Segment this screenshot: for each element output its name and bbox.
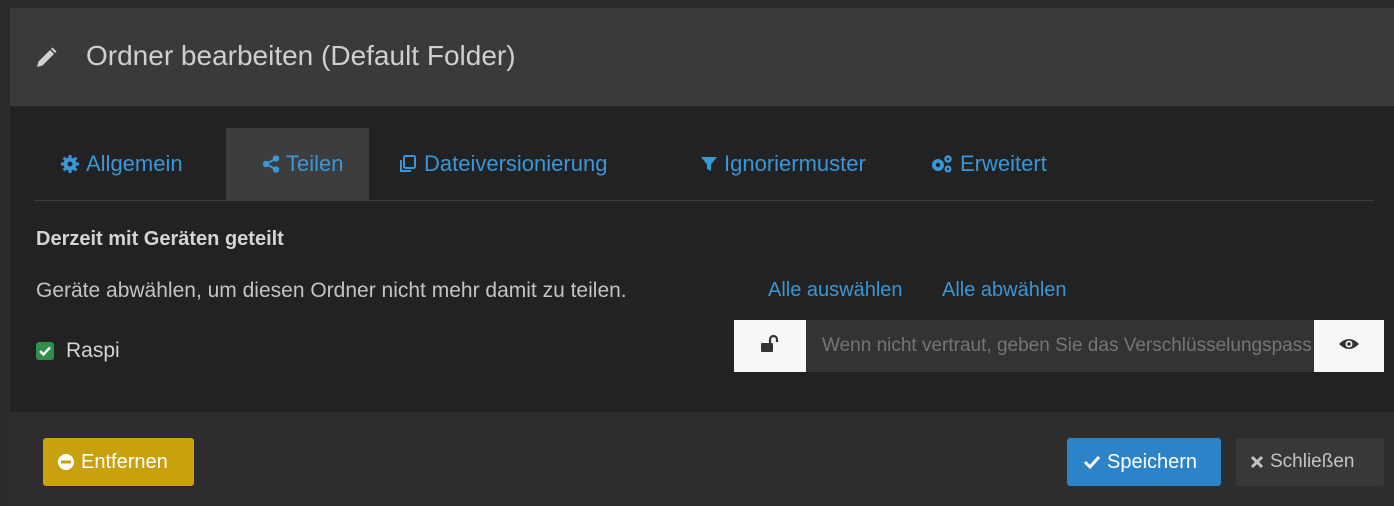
encryption-password-input[interactable]: [806, 320, 1314, 372]
deselect-all-link[interactable]: Alle abwählen: [942, 279, 1067, 302]
tab-label: Erweitert: [960, 151, 1047, 176]
check-icon: [1083, 454, 1101, 470]
gear-icon: [60, 154, 80, 174]
eye-icon: [1338, 336, 1360, 357]
edit-folder-dialog: Ordner bearbeiten (Default Folder) Allge…: [10, 8, 1394, 506]
device-checkbox[interactable]: [36, 342, 54, 360]
tab-label: Teilen: [286, 151, 344, 176]
remove-label: Entfernen: [81, 450, 168, 473]
dialog-body: Allgemein Teilen Dateiversionierung Igno…: [10, 106, 1394, 412]
encryption-toggle-button[interactable]: [734, 320, 806, 372]
section-title: Derzeit mit Geräten geteilt: [36, 228, 284, 250]
tab-dateiversionierung[interactable]: Dateiversionierung: [398, 128, 607, 200]
show-password-button[interactable]: [1314, 320, 1384, 372]
filter-icon: [700, 155, 718, 173]
close-button[interactable]: Schließen: [1236, 438, 1384, 486]
pencil-icon: [34, 46, 58, 70]
tab-label: Allgemein: [86, 151, 183, 176]
copy-icon: [398, 154, 418, 174]
dialog-title: Ordner bearbeiten (Default Folder): [86, 40, 516, 71]
tab-teilen[interactable]: Teilen: [226, 128, 369, 200]
device-name: Raspi: [66, 339, 120, 362]
tab-bar: Allgemein Teilen Dateiversionierung Igno…: [34, 128, 1374, 201]
remove-button[interactable]: Entfernen: [43, 438, 194, 486]
tab-erweitert[interactable]: Erweitert: [930, 128, 1047, 200]
tab-label: Dateiversionierung: [424, 151, 608, 176]
close-icon: [1250, 455, 1264, 469]
minus-circle-icon: [57, 453, 75, 471]
close-label: Schließen: [1270, 451, 1355, 472]
save-label: Speichern: [1107, 450, 1198, 473]
tab-label: Ignoriermuster: [724, 151, 866, 176]
save-button[interactable]: Speichern: [1067, 438, 1221, 486]
unlock-icon: [759, 334, 781, 359]
select-all-link[interactable]: Alle auswählen: [768, 279, 903, 302]
device-row: Raspi: [36, 339, 120, 363]
sharing-description: Geräte abwählen, um diesen Ordner nicht …: [36, 279, 627, 302]
tab-allgemein[interactable]: Allgemein: [34, 128, 224, 200]
share-icon: [262, 155, 280, 173]
tab-ignoriermuster[interactable]: Ignoriermuster: [700, 128, 866, 200]
dialog-header: Ordner bearbeiten (Default Folder): [10, 8, 1394, 106]
dialog-footer: Entfernen Speichern Schließen: [10, 412, 1394, 506]
gears-icon: [930, 154, 954, 174]
